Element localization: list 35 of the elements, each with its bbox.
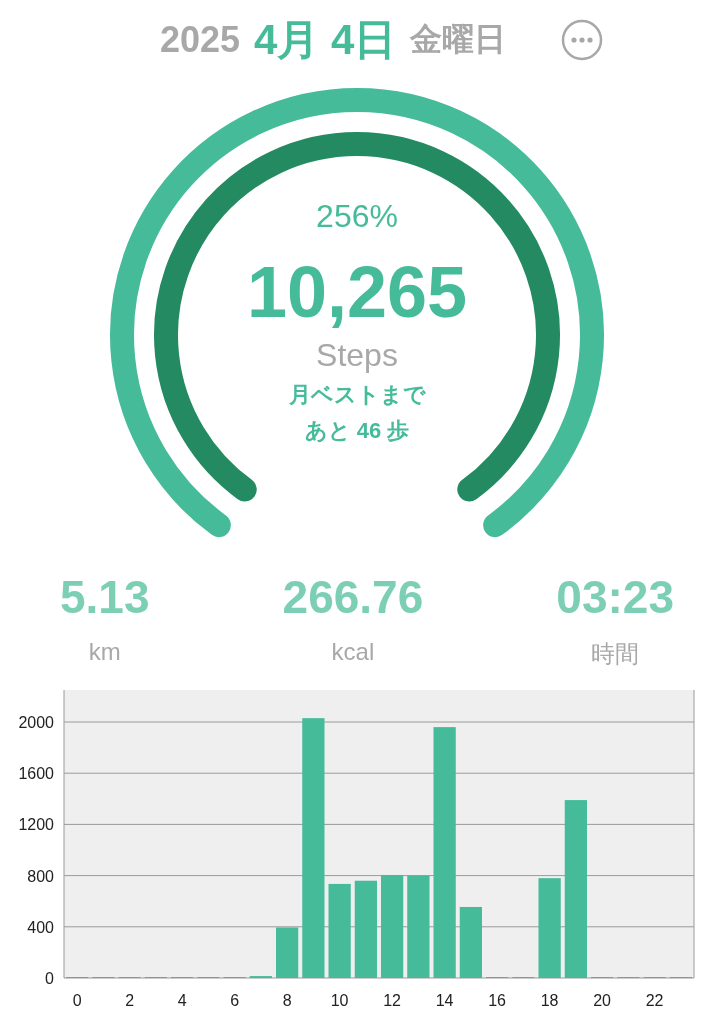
x-axis-label: 22 [645, 992, 664, 1009]
best-note-line: あと 46 歩 [304, 417, 410, 445]
x-axis-label: 12 [383, 992, 401, 1009]
x-axis-label: 0 [72, 992, 82, 1009]
y-axis-label: 800 [27, 867, 54, 885]
stat-value: 266.76 [282, 570, 424, 624]
stat-value: 03:23 [556, 570, 674, 624]
more-button[interactable] [560, 18, 605, 62]
x-axis-label: 20 [593, 992, 611, 1009]
steps-count: 10,265 [246, 251, 468, 333]
stat-unit: km [88, 638, 121, 666]
x-axis-label: 2 [125, 992, 135, 1009]
date-label: 4月 4日 [254, 15, 397, 65]
x-axis-label: 8 [282, 992, 292, 1009]
y-axis-label: 1600 [18, 765, 54, 783]
x-axis-label: 16 [488, 992, 506, 1009]
stat-unit: 時間 [591, 639, 640, 669]
steps-unit: Steps [316, 337, 398, 374]
year-label: 2025 [160, 19, 241, 61]
y-axis-label: 0 [45, 970, 54, 987]
x-axis-label: 18 [540, 992, 559, 1009]
y-axis-label: 1200 [18, 816, 54, 834]
y-axis-label: 400 [27, 918, 54, 936]
more-icon [560, 18, 605, 62]
x-axis-label: 4 [177, 992, 187, 1009]
y-axis-label: 2000 [18, 714, 54, 731]
percent-label: 256% [316, 198, 398, 235]
x-axis-label: 6 [230, 992, 240, 1009]
weekday-label: 金曜日 [410, 20, 507, 59]
x-axis-label: 14 [435, 992, 454, 1009]
best-note-line: 月ベストまで [288, 381, 426, 409]
stat-value: 5.13 [60, 570, 150, 624]
stat-unit: kcal [331, 638, 375, 666]
chart-bar [276, 927, 299, 978]
x-axis-label: 10 [330, 992, 349, 1009]
